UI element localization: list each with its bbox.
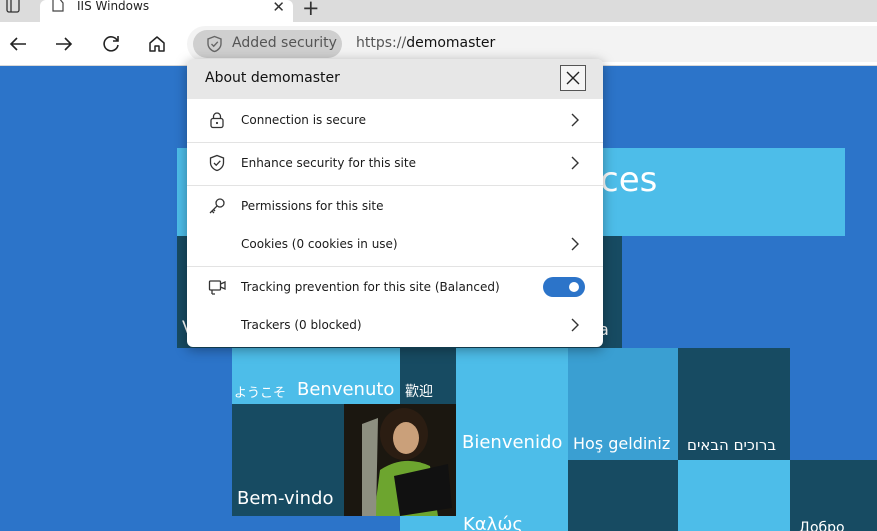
chevron-right-icon (571, 318, 579, 332)
address-bar[interactable]: Added security https://demomaster (187, 26, 877, 62)
site-info-popup: About demomaster Connection is secure En… (187, 59, 603, 347)
toggle-knob (569, 282, 579, 292)
close-popup-button[interactable] (560, 65, 586, 91)
tile-hos-geldiniz: Hoş geldiniz (568, 348, 678, 460)
chevron-right-icon (571, 156, 579, 170)
tile-small-light (400, 516, 456, 531)
welcome-portuguese: Bem-vindo (237, 488, 334, 509)
url-text[interactable]: https://demomaster (356, 35, 495, 51)
tab-strip: IIS Windows ✕ + (0, 0, 877, 22)
permissions-label: Permissions for this site (241, 199, 384, 213)
key-icon (209, 198, 225, 214)
refresh-icon[interactable] (99, 32, 123, 56)
row-connection-secure[interactable]: Connection is secure (187, 99, 603, 142)
security-label: Added security (232, 35, 337, 51)
shield-check-icon (209, 154, 225, 172)
tile-huanying: 歡迎 (400, 348, 456, 404)
forward-icon[interactable] (52, 32, 76, 56)
tile-light-2 (678, 460, 790, 531)
home-icon[interactable] (145, 32, 169, 56)
tile-kalos: Καλώς (456, 460, 568, 531)
connection-secure-label: Connection is secure (241, 113, 367, 127)
tile-benvenuto: Benvenuto (288, 348, 400, 404)
tile-dobro: Добро (790, 460, 877, 531)
tile-bem-vindo: Bem-vindo (232, 404, 344, 516)
heading-partial: ces (600, 160, 658, 200)
chevron-right-icon (571, 113, 579, 127)
tile-hebrew: ברוכים הבאים (678, 348, 790, 460)
url-host: demomaster (406, 35, 496, 51)
tile-dark-2 (568, 460, 678, 531)
back-icon[interactable] (6, 32, 30, 56)
trackers-label: Trackers (0 blocked) (241, 318, 362, 332)
url-protocol: https:// (356, 35, 407, 51)
tab-title: IIS Windows (77, 0, 150, 13)
row-trackers[interactable]: Trackers (0 blocked) (187, 304, 603, 347)
lock-icon (210, 112, 224, 129)
new-tab-icon[interactable]: + (302, 0, 320, 20)
welcome-hebrew: ברוכים הבאים (687, 436, 777, 454)
cookies-label: Cookies (0 cookies in use) (241, 237, 398, 251)
row-permissions: Permissions for this site (187, 185, 603, 228)
tracking-prevention-toggle[interactable] (543, 277, 585, 297)
browser-tab[interactable]: IIS Windows ✕ (40, 0, 293, 22)
page-icon (52, 0, 64, 12)
tile-youkoso: ようこそ (232, 348, 288, 404)
person-laptop-image (344, 404, 456, 516)
row-cookies[interactable]: Cookies (0 cookies in use) (187, 223, 603, 266)
welcome-chinese: 歡迎 (405, 384, 433, 400)
enhance-security-label: Enhance security for this site (241, 156, 416, 170)
welcome-italian: Benvenuto (297, 379, 395, 400)
popup-title: About demomaster (205, 70, 340, 86)
welcome-russian: Добро (799, 520, 845, 531)
photo-person-with-laptop (344, 404, 456, 516)
welcome-greek: Καλώς (463, 514, 523, 531)
tracking-prevention-label: Tracking prevention for this site (Balan… (241, 280, 500, 294)
welcome-turkish: Hoş geldiniz (573, 434, 671, 453)
site-security-button[interactable]: Added security (193, 30, 342, 58)
popup-header: About demomaster (187, 59, 603, 99)
welcome-spanish: Bienvenido (462, 432, 563, 453)
close-tab-icon[interactable]: ✕ (272, 0, 285, 16)
close-icon (566, 71, 580, 85)
tab-actions-icon[interactable] (6, 0, 20, 14)
row-enhance-security[interactable]: Enhance security for this site (187, 142, 603, 185)
row-tracking-prevention: Tracking prevention for this site (Balan… (187, 266, 603, 309)
chevron-right-icon (571, 237, 579, 251)
welcome-japanese: ようこそ (234, 386, 287, 401)
tracking-icon (208, 280, 226, 295)
shield-icon (207, 35, 222, 53)
tile-bienvenido: Bienvenido (456, 348, 568, 460)
